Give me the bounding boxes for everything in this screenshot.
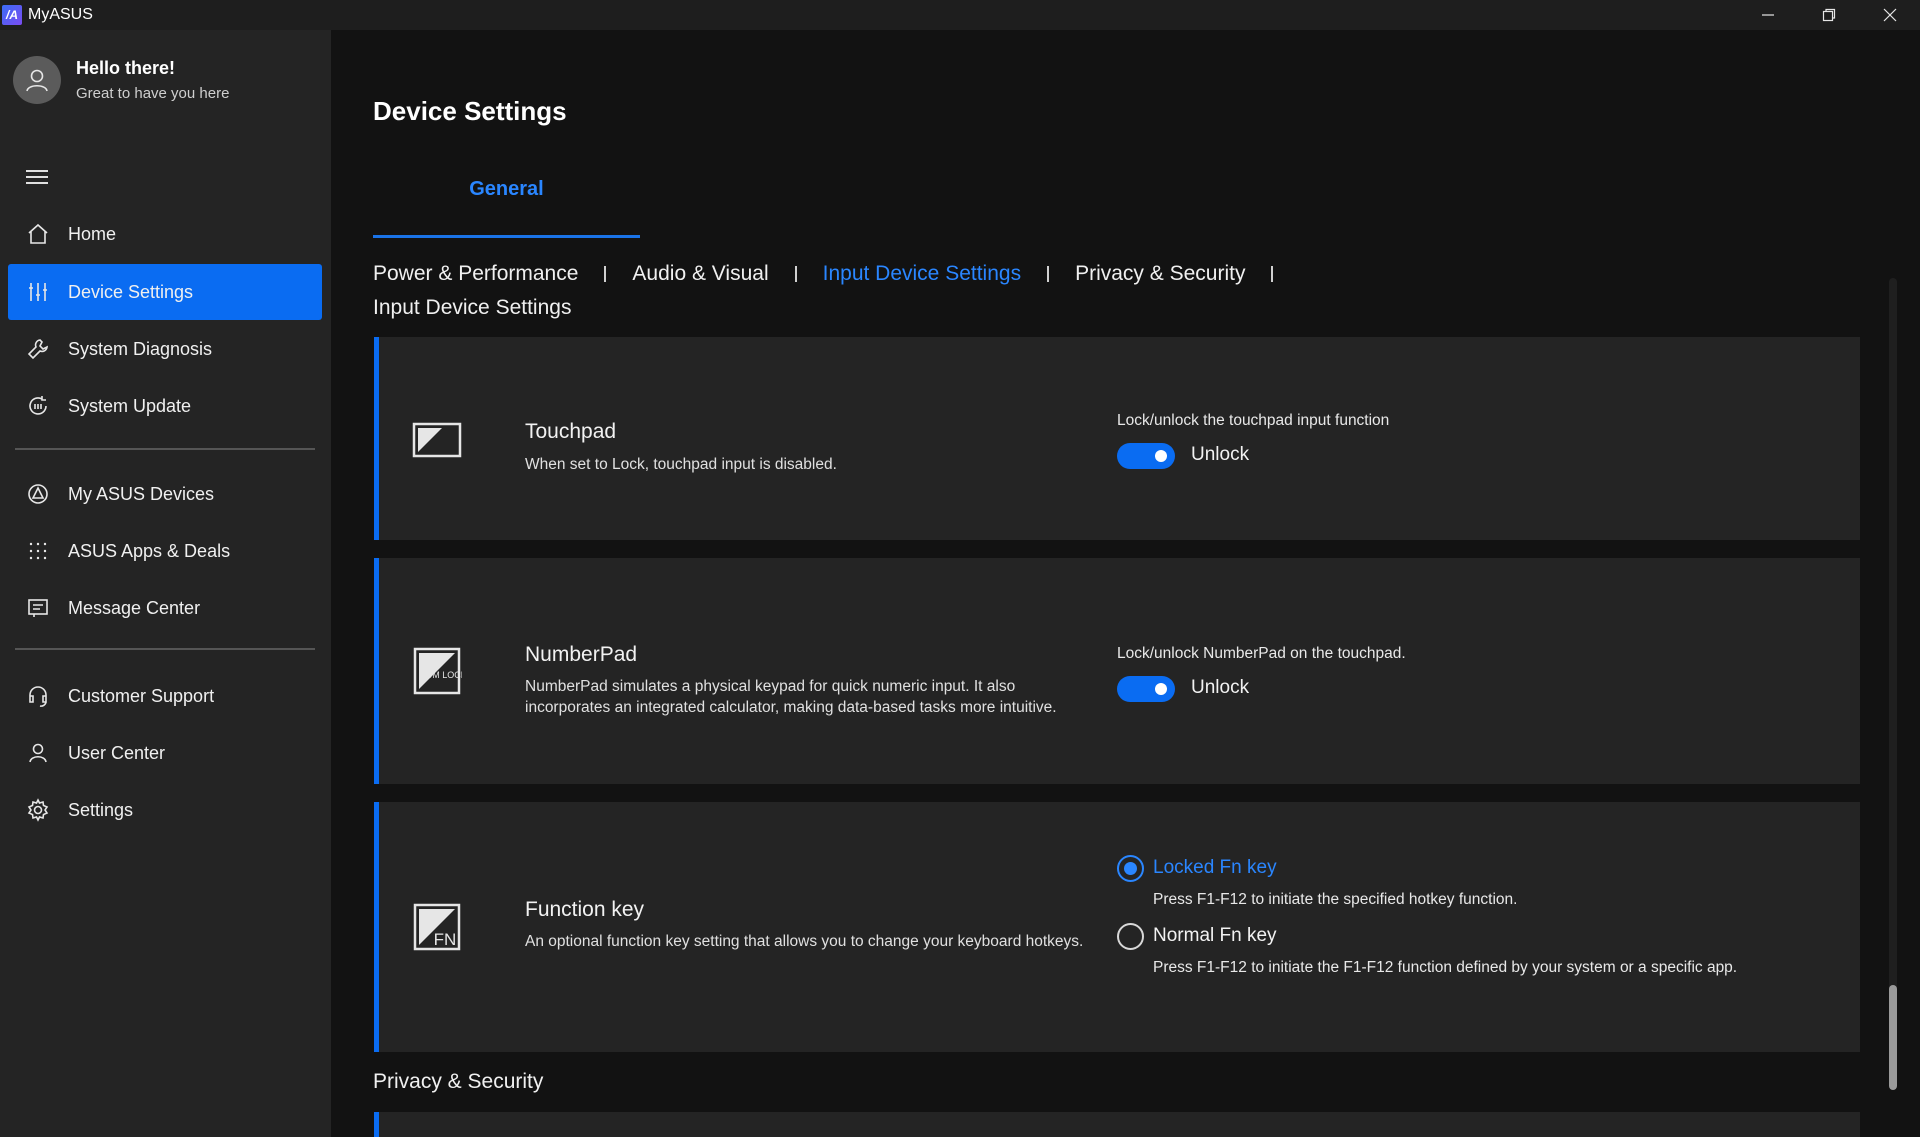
user-profile[interactable]: Hello there! Great to have you here [13, 56, 229, 104]
subtab-separator [1271, 266, 1274, 282]
sidebar-item-asus-apps-deals[interactable]: ASUS Apps & Deals [8, 523, 322, 579]
locked-fn-key-description: Press F1-F12 to initiate the specified h… [1153, 891, 1518, 908]
normal-fn-key-radio[interactable] [1117, 923, 1144, 950]
window-controls [1737, 0, 1920, 30]
sidebar-item-device-settings[interactable]: Device Settings [8, 264, 322, 320]
update-icon [25, 393, 51, 419]
normal-fn-key-description: Press F1-F12 to initiate the F1-F12 func… [1153, 959, 1738, 976]
sidebar-item-customer-support[interactable]: Customer Support [8, 668, 322, 724]
devices-icon [25, 481, 51, 507]
sidebar-item-system-update[interactable]: System Update [8, 378, 322, 434]
svg-text:NUM LOCK: NUM LOCK [419, 670, 462, 680]
headset-icon [25, 683, 51, 709]
sidebar-item-system-diagnosis[interactable]: System Diagnosis [8, 321, 322, 377]
function-key-card: FN Function key An optional function key… [374, 802, 1860, 1052]
sidebar-item-settings[interactable]: Settings [8, 782, 322, 838]
user-icon [25, 740, 51, 766]
sidebar-item-label: Customer Support [68, 685, 215, 706]
svg-text:FN: FN [434, 930, 457, 949]
sidebar-item-my-asus-devices[interactable]: My ASUS Devices [8, 466, 322, 522]
subtab-separator [1047, 266, 1050, 282]
subtab-input-device-settings[interactable]: Input Device Settings [823, 262, 1021, 286]
message-icon [25, 595, 51, 621]
sidebar-item-label: Device Settings [68, 281, 194, 302]
avatar-user-icon [26, 69, 48, 92]
page-title: Device Settings [373, 96, 567, 126]
subtab-audio-visual[interactable]: Audio & Visual [632, 262, 768, 286]
close-icon [1883, 8, 1896, 22]
numberpad-control-label: Lock/unlock NumberPad on the touchpad. [1117, 645, 1406, 662]
restore-icon [1822, 8, 1835, 22]
main-content: Device Settings General Power & Performa… [331, 30, 1920, 1137]
numberpad-title: NumberPad [525, 643, 638, 666]
app-title: MyASUS [28, 6, 93, 23]
sidebar-item-user-center[interactable]: User Center [8, 725, 322, 781]
profile-subtitle: Great to have you here [76, 85, 230, 102]
minimize-button[interactable] [1737, 0, 1798, 30]
sidebar-divider [15, 648, 315, 650]
sidebar-item-label: Message Center [68, 597, 201, 618]
function-key-icon: FN [412, 902, 462, 952]
sliders-icon [25, 279, 51, 305]
subtab-power-performance[interactable]: Power & Performance [373, 262, 578, 286]
title-bar: /A MyASUS [0, 0, 1920, 30]
sidebar-item-label: System Update [68, 395, 192, 416]
touchpad-toggle-state: Unlock [1191, 444, 1250, 465]
wrench-icon [25, 336, 51, 362]
tab-general-label: General [469, 178, 544, 200]
locked-fn-key-radio[interactable] [1117, 855, 1144, 882]
normal-fn-key-label[interactable]: Normal Fn key [1153, 925, 1277, 947]
sidebar-item-label: ASUS Apps & Deals [68, 540, 231, 561]
sidebar-item-message-center[interactable]: Message Center [8, 580, 322, 636]
hamburger-icon [26, 170, 48, 172]
home-icon [25, 221, 51, 247]
scrollbar-thumb[interactable] [1889, 985, 1897, 1090]
touchpad-control-label: Lock/unlock the touchpad input function [1117, 412, 1390, 429]
section-title-input-device: Input Device Settings [373, 296, 572, 319]
scrollbar-track[interactable] [1889, 278, 1897, 1058]
sidebar-item-label: My ASUS Devices [68, 483, 215, 504]
locked-fn-key-label[interactable]: Locked Fn key [1153, 857, 1277, 879]
touchpad-description: When set to Lock, touchpad input is disa… [525, 456, 837, 473]
asus-logo-icon: /A [2, 5, 22, 25]
privacy-security-card [374, 1112, 1860, 1137]
numberpad-toggle-state: Unlock [1191, 677, 1250, 698]
subtab-separator [604, 266, 607, 282]
sidebar-item-label: Home [68, 223, 117, 244]
apps-grid-icon [25, 538, 51, 564]
touchpad-title: Touchpad [525, 420, 617, 443]
function-key-title: Function key [525, 898, 645, 921]
avatar[interactable] [13, 56, 61, 104]
sidebar-item-label: User Center [68, 742, 166, 763]
minimize-icon [1761, 14, 1774, 16]
touchpad-icon [412, 415, 462, 465]
tab-general[interactable]: General [373, 178, 640, 238]
profile-greeting: Hello there! [76, 58, 176, 78]
gear-icon [25, 797, 51, 823]
function-key-description: An optional function key setting that al… [525, 933, 1084, 950]
sidebar-item-label: Settings [68, 799, 134, 820]
touchpad-lock-toggle[interactable] [1117, 443, 1175, 469]
section-title-privacy-security: Privacy & Security [373, 1070, 544, 1093]
sidebar-divider [15, 448, 315, 450]
numberpad-description: NumberPad simulates a physical keypad fo… [525, 678, 1057, 716]
sidebar: Hello there! Great to have you here Home… [0, 30, 331, 1137]
touchpad-card: Touchpad When set to Lock, touchpad inpu… [374, 337, 1860, 540]
sidebar-item-label: System Diagnosis [68, 338, 213, 359]
numberpad-card: NUM LOCK NumberPad NumberPad simulates a… [374, 558, 1860, 784]
subtab-privacy-security[interactable]: Privacy & Security [1075, 262, 1245, 286]
close-button[interactable] [1859, 0, 1920, 30]
numberpad-icon: NUM LOCK [412, 646, 462, 696]
sidebar-item-home[interactable]: Home [8, 206, 322, 262]
subtab-bar: Power & Performance Audio & Visual Input… [373, 262, 1299, 286]
restore-button[interactable] [1798, 0, 1859, 30]
subtab-separator [794, 266, 797, 282]
menu-toggle-button[interactable] [26, 170, 48, 186]
numberpad-lock-toggle[interactable] [1117, 676, 1175, 702]
